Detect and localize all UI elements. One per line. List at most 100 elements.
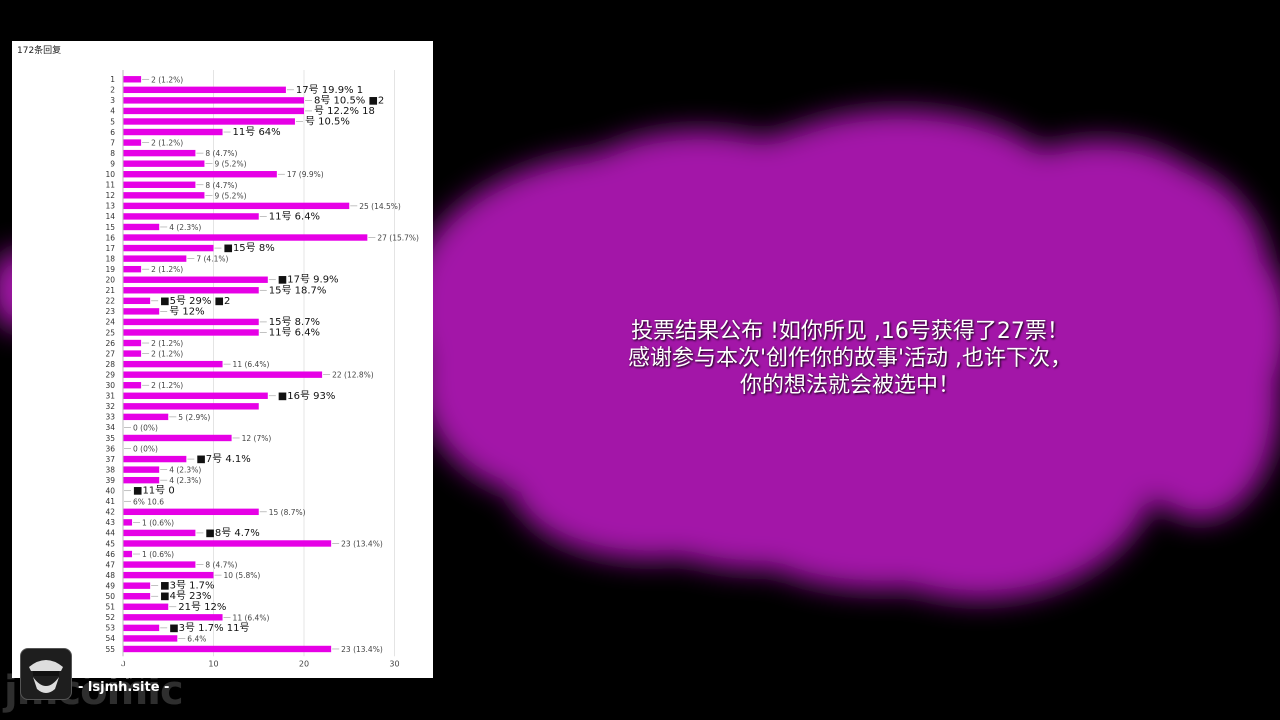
y-tick-label: 39	[105, 476, 115, 485]
bar	[123, 244, 214, 252]
y-tick-label: 8	[110, 149, 115, 158]
bar-data-label: 号 12.2% 18	[314, 105, 375, 117]
site-watermark: jmcomic 考马机 - lsjmh.site -	[0, 648, 200, 720]
bar	[123, 107, 304, 115]
bar	[123, 476, 160, 484]
y-tick-label: 37	[105, 455, 115, 464]
bar	[123, 561, 196, 568]
bar-data-label: ■15号 8%	[224, 242, 275, 254]
bar	[123, 550, 133, 558]
bar-data-label: 25 (14.5%)	[359, 202, 401, 211]
bar-data-label: 0 (0%)	[133, 423, 158, 432]
bar	[123, 118, 295, 125]
y-tick-label: 6	[110, 128, 115, 137]
y-tick-label: 21	[105, 286, 115, 295]
y-tick-label: 7	[110, 138, 115, 147]
bar	[123, 171, 277, 178]
caption-line-3: 你的想法就会被选中！	[739, 373, 960, 398]
y-tick-label: 53	[105, 624, 115, 633]
bar-data-label: 4 (2.3%)	[169, 223, 201, 232]
bar	[123, 466, 160, 473]
bar	[123, 255, 187, 262]
poll-bar-chart: 0 10 20 301 2 (1.2%)2 17号 19.9% 13 8号 10.5% ■2…	[105, 70, 419, 668]
bar	[123, 276, 268, 283]
y-tick-label: 50	[105, 592, 115, 601]
bar-data-label: 15号 18.7%	[269, 284, 327, 296]
y-tick-label: 35	[105, 434, 115, 443]
bar-data-label: 15 (8.7%)	[269, 508, 306, 517]
bar-data-label: 0 (0%)	[133, 445, 158, 454]
bar-data-label: 2 (1.2%)	[151, 265, 183, 274]
bar-data-label: ■11号 0	[133, 485, 175, 497]
bar-data-label: ■8号 4.7%	[205, 527, 259, 539]
bar	[123, 149, 196, 157]
bar-data-label: 7 (4.1%)	[196, 255, 228, 264]
y-tick-label: 47	[105, 560, 115, 569]
y-tick-label: 12	[105, 191, 115, 200]
bar-data-label: 17号 19.9% 1	[296, 84, 363, 96]
bar-data-label: 2 (1.2%)	[151, 381, 183, 390]
cloud-blob-14	[730, 450, 1030, 590]
bar-data-label: ■16号 93%	[278, 390, 336, 402]
bar-data-label: 10 (5.8%)	[224, 571, 261, 580]
bar-data-label: 11 (6.4%)	[233, 360, 270, 369]
bar	[123, 382, 142, 389]
y-tick-label: 28	[105, 360, 115, 369]
bar	[123, 455, 187, 463]
y-tick-label: 26	[105, 339, 115, 348]
y-tick-label: 10	[105, 170, 115, 179]
y-tick-label: 48	[105, 571, 115, 580]
y-tick-label: 46	[105, 550, 115, 559]
bar-data-label: 15号 8.7%	[269, 316, 320, 328]
bar	[123, 350, 142, 357]
y-tick-label: 52	[105, 613, 115, 622]
bar	[123, 308, 160, 315]
y-tick-label: 24	[105, 318, 115, 327]
bar-data-label: ■7号 4.1%	[196, 453, 250, 465]
caption-line-2: 感谢参与本次'创作你的故事'活动 ,也许下次，	[627, 346, 1073, 371]
bar-data-label: 1 (0.6%)	[142, 550, 174, 559]
bar-data-label: 6% 10.6	[133, 497, 164, 506]
y-tick-label: 41	[105, 497, 115, 506]
y-tick-label: 4	[110, 107, 115, 116]
bar	[123, 128, 223, 136]
bar	[123, 223, 160, 231]
bar-data-label: 21号 12%	[178, 601, 226, 613]
bar	[123, 76, 142, 83]
y-tick-label: 23	[105, 307, 115, 316]
bar-data-label: 2 (1.2%)	[151, 139, 183, 148]
bar	[123, 403, 259, 410]
announcement-caption: 投票结果公布 !如你所见 ,16号获得了27票！ 感谢参与本次'创作你的故事'活…	[560, 318, 1140, 399]
bar-data-label: 8 (4.7%)	[205, 181, 237, 190]
bar	[123, 329, 259, 336]
y-tick-label: 30	[105, 381, 115, 390]
mascot-logo-icon	[20, 648, 72, 700]
bar	[123, 234, 368, 241]
bar-data-label: 11号 6.4%	[269, 210, 320, 222]
bar	[123, 603, 169, 610]
bar	[123, 360, 223, 368]
y-tick-label: 45	[105, 539, 115, 548]
x-tick-label: 10	[208, 659, 218, 668]
bar	[123, 635, 178, 642]
bar-data-label: 号 12%	[169, 305, 204, 317]
bar	[123, 160, 205, 167]
y-tick-label: 9	[110, 159, 115, 168]
bar	[123, 593, 151, 600]
bar-data-label: ■17号 9.9%	[278, 274, 339, 286]
bar-data-label: 1 (0.6%)	[142, 518, 174, 527]
y-tick-label: 36	[105, 444, 115, 453]
bar	[123, 624, 160, 632]
bar	[123, 434, 232, 442]
y-tick-label: 44	[105, 529, 115, 538]
bar-data-label: 8号 10.5% ■2	[314, 94, 384, 106]
bar	[123, 139, 142, 146]
y-tick-label: 40	[105, 487, 115, 496]
y-tick-label: 27	[105, 349, 115, 358]
y-tick-label: 11	[105, 181, 115, 190]
bar-data-label: 27 (15.7%)	[377, 234, 419, 243]
bar	[123, 519, 133, 526]
y-tick-label: 43	[105, 518, 115, 527]
y-tick-label: 13	[105, 202, 115, 211]
y-tick-label: 5	[110, 117, 115, 126]
